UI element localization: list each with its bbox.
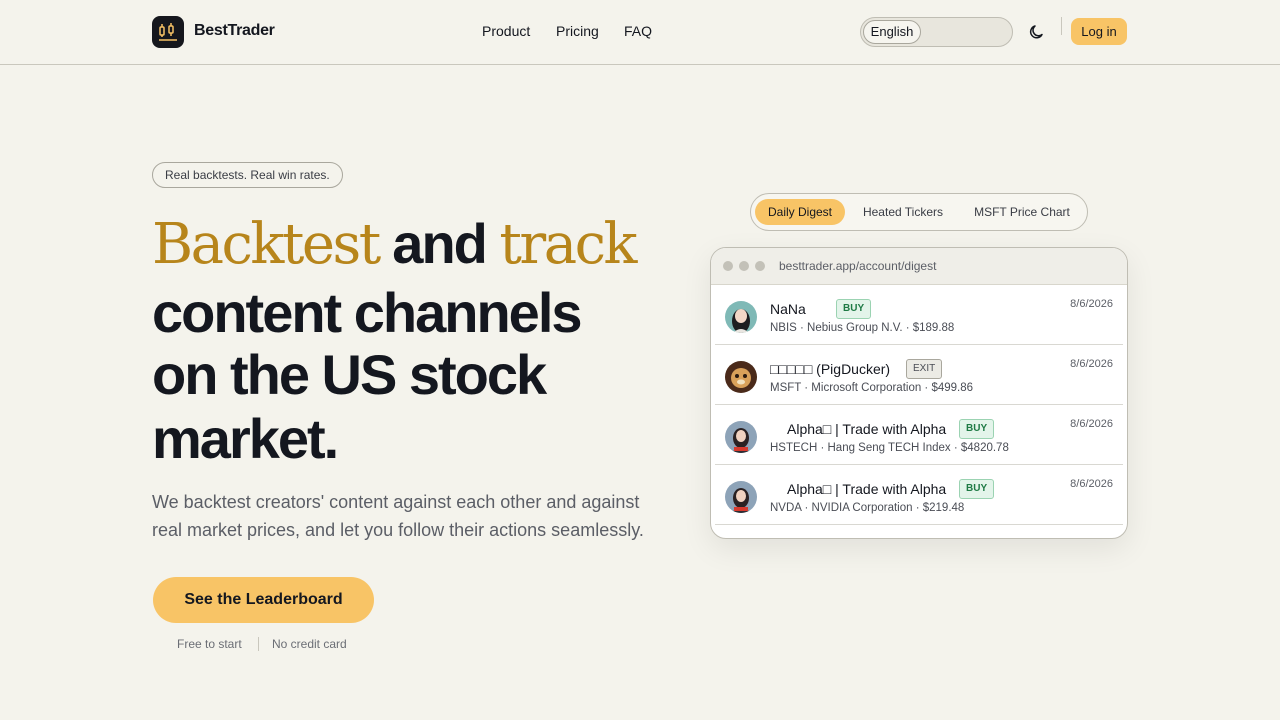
headline-line-3: on the US stock [152,343,547,406]
avatar [725,481,757,513]
tab-msft-price-chart[interactable]: MSFT Price Chart [963,199,1081,225]
preview-tabs: Daily Digest Heated Tickers MSFT Price C… [750,193,1088,231]
hero-subtitle: We backtest creators' content against ea… [152,492,644,540]
creator-name: NaNa [770,301,806,317]
headline-line-4: market. [152,407,339,470]
url-text: besttrader.app/account/digest [779,259,937,273]
brand-name[interactable]: BestTrader [194,22,275,40]
nav-faq[interactable]: FAQ [624,23,652,39]
headline-word-backtest: Backtest [152,212,381,277]
post-date: 8/6/2026 [1070,358,1113,370]
tab-heated-tickers[interactable]: Heated Tickers [851,199,955,225]
top-nav: BestTrader Product Pricing FAQ English L… [0,0,1280,65]
note-free: Free to start [177,637,242,651]
digest-row[interactable]: □□□□□ (PigDucker) EXIT MSFT · Microsoft … [715,345,1123,405]
language-option-english[interactable]: English [863,20,921,44]
headline-line-2: content channels [152,281,583,344]
headline-line-1: Backtest and track [152,216,637,273]
action-badge: BUY [959,419,995,439]
candlestick-icon[interactable] [152,16,184,48]
login-button[interactable]: Log in [1071,18,1127,45]
creator-name: Alpha□ | Trade with Alpha [787,421,947,437]
tagline-badge: Real backtests. Real win rates. [152,162,343,188]
note-divider [258,637,259,651]
window-dot [723,261,733,271]
digest-row[interactable]: Alpha□ | Trade with Alpha BUY NVDA · NVI… [715,465,1123,525]
digest-preview-window: besttrader.app/account/digest NaNa BUY N… [710,247,1128,539]
headline-word-track: track [499,212,637,277]
post-date: 8/6/2026 [1070,478,1113,490]
ticker-detail: NBIS · Nebius Group N.V. · $189.88 [770,322,955,334]
creator-name: Alpha□ | Trade with Alpha [787,481,947,497]
post-date: 8/6/2026 [1070,418,1113,430]
digest-row[interactable]: Alpha□ | Trade with Alpha BUY HSTECH · H… [715,405,1123,465]
nav-pricing[interactable]: Pricing [556,23,599,39]
avatar [725,421,757,453]
language-switcher[interactable]: English [860,17,1013,47]
header-divider [1061,17,1062,35]
post-date: 8/6/2026 [1070,298,1113,310]
moon-icon[interactable] [1027,22,1047,42]
action-badge: EXIT [906,359,943,379]
ticker-detail: MSFT · Microsoft Corporation · $499.86 [770,382,974,394]
tab-daily-digest[interactable]: Daily Digest [755,199,845,225]
ticker-detail: HSTECH · Hang Seng TECH Index · $4820.78 [770,442,1009,454]
action-badge: BUY [836,299,872,319]
window-dot [755,261,765,271]
nav-product[interactable]: Product [482,23,530,39]
avatar [725,361,757,393]
creator-name: □□□□□ (PigDucker) [770,361,891,377]
ticker-detail: NVDA · NVIDIA Corporation · $219.48 [770,502,965,514]
action-badge: BUY [959,479,995,499]
leaderboard-button[interactable]: See the Leaderboard [153,577,374,623]
browser-bar: besttrader.app/account/digest [711,248,1127,285]
digest-row[interactable]: NaNa BUY NBIS · Nebius Group N.V. · $189… [715,285,1123,345]
note-no-card: No credit card [272,637,347,651]
avatar [725,301,757,333]
window-dot [739,261,749,271]
headline-word-and: and [392,212,488,275]
